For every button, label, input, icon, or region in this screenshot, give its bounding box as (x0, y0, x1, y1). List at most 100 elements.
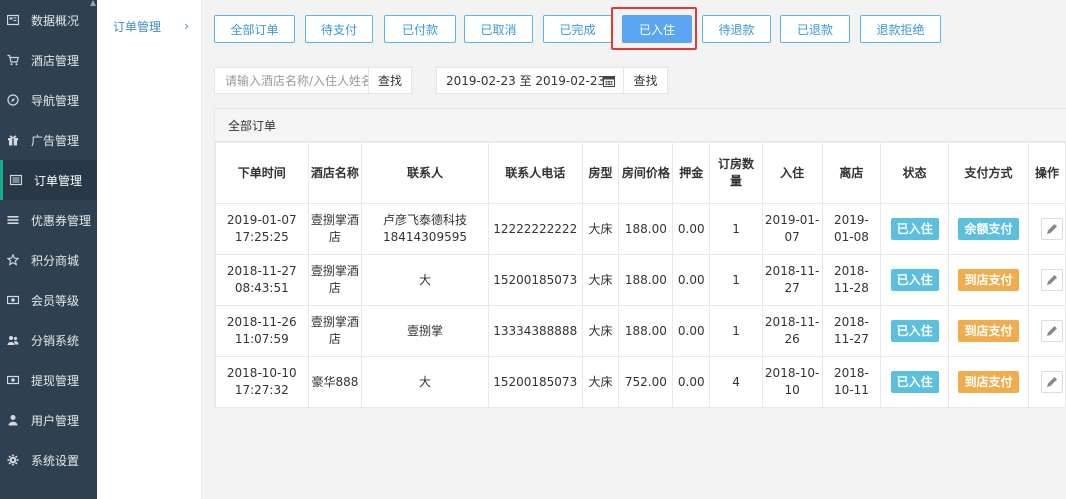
column-header: 操作 (1027, 142, 1066, 204)
cell-phone: 12222222222 (487, 203, 583, 255)
sidebar-item-label: 积分商城 (31, 253, 80, 268)
cell-checkout: 2019-01-08 (821, 203, 882, 255)
cell-deposit: 0.00 (672, 254, 711, 306)
payment-badge: 到店支付 (958, 320, 1019, 342)
menu-icon (7, 214, 19, 226)
cell-qty: 1 (709, 203, 763, 255)
edit-button[interactable] (1040, 269, 1063, 291)
cell-room: 大床 (581, 203, 620, 255)
table-row: 2019-01-07 17:25:25 壹捌掌酒店 卢彦飞泰德科技 18414309… (215, 203, 1066, 255)
pencil-icon (1046, 275, 1057, 285)
sidebar-item-label: 酒店管理 (31, 53, 80, 68)
cell-qty: 1 (709, 305, 763, 357)
filter-tab-2[interactable]: 已付款 (384, 15, 456, 43)
payment-badge: 余额支付 (958, 218, 1019, 240)
cell-room: 大床 (581, 305, 620, 357)
cell-contact: 卢彦飞泰德科技 18414309595 (361, 203, 489, 255)
sidebar-item-7[interactable]: 会员等级 (0, 280, 97, 320)
date-range-value: 2019-02-23 至 2019-02-23 (446, 74, 606, 88)
sidebar-item-3[interactable]: 广告管理 (0, 120, 97, 160)
sidebar-item-6[interactable]: 积分商城 (0, 240, 97, 280)
column-header: 押金 (672, 142, 711, 204)
cell-checkin: 2018-11-26 (761, 305, 823, 357)
cell-hotel: 壹捌掌酒店 (307, 254, 363, 306)
sidebar-item-11[interactable]: 系统设置 (0, 440, 97, 480)
column-header: 订房数量 (709, 142, 763, 204)
cell-checkin: 2018-11-27 (761, 254, 823, 306)
chevron-right-icon: › (184, 19, 189, 33)
date-range-input[interactable]: 2019-02-23 至 2019-02-23 (436, 67, 624, 94)
cell-time: 2018-11-27 08:43:51 (215, 254, 309, 306)
money-icon (7, 374, 19, 386)
cell-time: 2018-11-26 11:07:59 (215, 305, 309, 357)
sidebar-item-label: 提现管理 (31, 373, 80, 388)
status-badge: 已入住 (890, 218, 939, 240)
column-header: 酒店名称 (307, 142, 363, 204)
filter-tab-8[interactable]: 退款拒绝 (860, 15, 941, 43)
filter-tab-4[interactable]: 已完成 (543, 15, 612, 43)
sidebar-item-9[interactable]: 提现管理 (0, 360, 97, 400)
cell-status: 已入住 (880, 305, 950, 357)
cell-time: 2018-10-10 17:27:32 (215, 356, 309, 408)
sidebar-item-label: 数据概况 (31, 13, 80, 28)
sidebar-item-0[interactable]: 数据概况 (0, 0, 97, 40)
cell-room: 大床 (581, 254, 620, 306)
edit-button[interactable] (1040, 218, 1063, 240)
status-badge: 已入住 (890, 371, 939, 393)
sidebar-item-label: 分销系统 (31, 333, 80, 348)
filter-tab-6[interactable]: 待退款 (702, 15, 771, 43)
sidebar-item-8[interactable]: 分销系统 (0, 320, 97, 360)
sidebar-item-10[interactable]: 用户管理 (0, 400, 97, 440)
users-icon (7, 334, 19, 346)
cell-checkout: 2018-11-28 (821, 254, 882, 306)
column-header: 下单时间 (215, 142, 309, 204)
user-icon (7, 414, 19, 426)
column-header: 联系人 (361, 142, 489, 204)
cell-deposit: 0.00 (672, 203, 711, 255)
cell-qty: 4 (709, 356, 763, 408)
submenu-item-label: 订单管理 (113, 19, 162, 34)
cell-checkin: 2019-01-07 (761, 203, 823, 255)
cell-status: 已入住 (880, 356, 950, 408)
sidebar-item-1[interactable]: 酒店管理 (0, 40, 97, 80)
cell-hotel: 豪华888 (307, 356, 363, 408)
sidebar-item-label: 订单管理 (34, 173, 83, 188)
cell-phone: 15200185073 (487, 254, 583, 306)
sidebar-item-label: 优惠券管理 (31, 213, 92, 228)
date-search-button[interactable]: 查找 (623, 67, 668, 94)
filter-tab-5[interactable]: 已入住 (622, 15, 692, 43)
column-header: 联系人电话 (487, 142, 583, 204)
sidebar-item-2[interactable]: 导航管理 (0, 80, 97, 120)
cell-pay: 余额支付 (948, 203, 1029, 255)
edit-button[interactable] (1040, 371, 1063, 393)
cell-checkin: 2018-10-10 (761, 356, 823, 408)
cell-qty: 1 (709, 254, 763, 306)
payment-badge: 到店支付 (958, 269, 1019, 291)
payment-badge: 到店支付 (958, 371, 1019, 393)
orders-panel: 全部订单 下单时间 酒店名称 联系人 联系人电话 房型 房间价格 押金 订房数量 入住 离店 状态支… (214, 108, 1066, 408)
search-button[interactable]: 查找 (368, 67, 412, 94)
sidebar-item-label: 广告管理 (31, 133, 80, 148)
gift-icon (7, 134, 19, 146)
sidebar-item-5[interactable]: 优惠券管理 (0, 200, 97, 240)
filter-tab-0[interactable]: 全部订单 (214, 15, 295, 43)
filter-tab-3[interactable]: 已取消 (464, 15, 533, 43)
filter-tab-7[interactable]: 已退款 (780, 15, 850, 43)
pencil-icon (1046, 326, 1057, 336)
cell-status: 已入住 (880, 203, 950, 255)
column-header: 状态 (880, 142, 950, 204)
search-input[interactable]: 请输入酒店名称/入住人姓名 (214, 67, 369, 94)
edit-button[interactable] (1040, 320, 1063, 342)
table-row: 2018-11-27 08:43:51 壹捌掌酒店大 15200185073 大床 18… (215, 254, 1066, 306)
calendar-icon (603, 76, 615, 87)
sidebar-item-4[interactable]: 订单管理 (0, 160, 97, 200)
sidebar-item-label: 会员等级 (31, 293, 80, 308)
submenu-item-orders[interactable]: 订单管理 › (113, 8, 199, 44)
cell-contact: 大 (361, 356, 489, 408)
star-icon (7, 254, 19, 266)
sidebar-item-label: 用户管理 (31, 413, 80, 428)
cart-icon (7, 54, 19, 66)
cell-checkout: 2018-10-11 (821, 356, 882, 408)
status-badge: 已入住 (890, 320, 939, 342)
filter-tab-1[interactable]: 待支付 (305, 15, 373, 43)
